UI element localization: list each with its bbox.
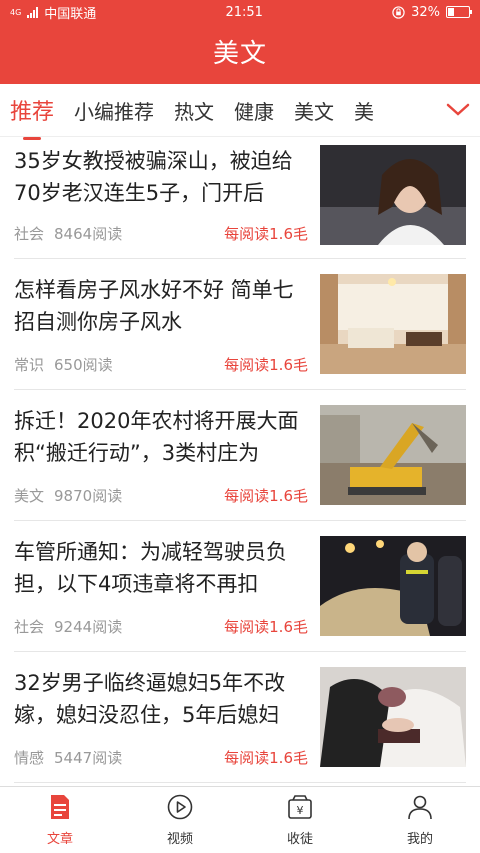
signal-icon: [27, 6, 39, 18]
nav-label: 收徒: [286, 831, 313, 847]
network-tag: 4G: [10, 7, 22, 17]
tab-4[interactable]: 美文: [284, 96, 344, 125]
article-text: 怎样看房子风水好不好 简单七招自测你房子风水常识 650阅读 每阅读1.6毛: [14, 274, 320, 389]
article-card[interactable]: 拆迁！2020年农村将开展大面积“搬迁行动”，3类村庄为美文 9870阅读 每阅读1…: [14, 390, 466, 521]
app-header: 4G 中国联通 21:51 32% 美文: [0, 0, 480, 84]
nav-item-3[interactable]: 我的: [360, 787, 480, 853]
article-reads: 650阅读: [54, 356, 113, 374]
nav-item-0[interactable]: 文章: [0, 787, 120, 853]
article-reward: 每阅读1.6毛: [224, 618, 308, 636]
user-icon: [407, 794, 433, 824]
article-meta: 常识 650阅读 每阅读1.6毛: [14, 354, 308, 375]
tab-3[interactable]: 健康: [224, 96, 284, 125]
lock-rotation-icon: [392, 5, 405, 19]
article-text: 32岁男子临终逼媳妇5年不改嫁，媳妇没忍住，5年后媳妇情感 5447阅读 每阅读1.…: [14, 667, 320, 782]
article-reward: 每阅读1.6毛: [224, 749, 308, 767]
article-title[interactable]: 车管所通知：为减轻驾驶员负担，以下4项违章将不再扣: [14, 536, 308, 600]
article-text: 拆迁！2020年农村将开展大面积“搬迁行动”，3类村庄为美文 9870阅读 每阅读1…: [14, 405, 320, 520]
status-bar: 4G 中国联通 21:51 32%: [0, 0, 480, 24]
article-reward: 每阅读1.6毛: [224, 487, 308, 505]
article-title[interactable]: 怎样看房子风水好不好 简单七招自测你房子风水: [14, 274, 308, 338]
article-thumbnail[interactable]: [320, 274, 466, 374]
article-text: 35岁女教授被骗深山，被迫给70岁老汉连生5子，门开后社会 8464阅读 每阅读1.…: [14, 145, 320, 258]
article-thumbnail[interactable]: [320, 145, 466, 245]
article-meta: 情感 5447阅读 每阅读1.6毛: [14, 747, 308, 768]
clock: 21:51: [225, 4, 263, 20]
article-meta: 社会 8464阅读 每阅读1.6毛: [14, 223, 308, 244]
article-reads: 8464阅读: [54, 225, 123, 243]
article-meta: 社会 9244阅读 每阅读1.6毛: [14, 616, 308, 637]
article-reads: 9870阅读: [54, 487, 123, 505]
article-title[interactable]: 35岁女教授被骗深山，被迫给70岁老汉连生5子，门开后: [14, 145, 308, 209]
bottom-nav: 文章 视频 ¥ 收徒 我的: [0, 786, 480, 853]
article-feed: 35岁女教授被骗深山，被迫给70岁老汉连生5子，门开后 社会 8464阅读 每阅读1.…: [0, 137, 480, 783]
tab-2[interactable]: 热文: [164, 96, 224, 125]
article-reward: 每阅读1.6毛: [224, 356, 308, 374]
article-title[interactable]: 32岁男子临终逼媳妇5年不改嫁，媳妇没忍住，5年后媳妇: [14, 667, 308, 731]
tab-5[interactable]: 美: [344, 96, 384, 125]
article-reads: 5447阅读: [54, 749, 123, 767]
nav-item-2[interactable]: ¥ 收徒: [240, 787, 360, 853]
tab-1[interactable]: 小编推荐: [64, 96, 164, 125]
nav-label: 文章: [46, 831, 73, 847]
article-text: 车管所通知：为减轻驾驶员负担，以下4项违章将不再扣社会 9244阅读 每阅读1.6毛: [14, 536, 320, 651]
wallet-icon: ¥: [287, 794, 313, 824]
nav-label: 视频: [166, 831, 193, 847]
page-title: 美文: [212, 39, 267, 69]
article-category: 情感: [14, 749, 45, 767]
article-thumbnail[interactable]: [320, 667, 466, 767]
article-title[interactable]: 拆迁！2020年农村将开展大面积“搬迁行动”，3类村庄为: [14, 405, 308, 469]
article-thumbnail[interactable]: [320, 405, 466, 505]
nav-item-1[interactable]: 视频: [120, 787, 240, 853]
article-reads: 9244阅读: [54, 618, 123, 636]
category-tabs: 推荐 小编推荐 热文 健康 美文美: [0, 84, 480, 137]
chevron-down-icon[interactable]: [436, 84, 480, 136]
article-card[interactable]: 32岁男子临终逼媳妇5年不改嫁，媳妇没忍住，5年后媳妇情感 5447阅读 每阅读1.…: [14, 652, 466, 783]
document-icon: [49, 794, 71, 824]
carrier-name: 中国联通: [44, 6, 97, 22]
article-card[interactable]: 车管所通知：为减轻驾驶员负担，以下4项违章将不再扣社会 9244阅读 每阅读1.6毛: [14, 521, 466, 652]
article-category: 美文: [14, 487, 45, 505]
article-card[interactable]: 35岁女教授被骗深山，被迫给70岁老汉连生5子，门开后社会 8464阅读 每阅读1.…: [14, 137, 466, 259]
article-reward: 每阅读1.6毛: [224, 225, 308, 243]
article-meta: 美文 9870阅读 每阅读1.6毛: [14, 485, 308, 506]
nav-label: 我的: [406, 831, 433, 847]
battery-icon: [446, 6, 472, 18]
article-category: 社会: [14, 225, 45, 243]
article-card[interactable]: 怎样看房子风水好不好 简单七招自测你房子风水常识 650阅读 每阅读1.6毛: [14, 259, 466, 390]
article-thumbnail[interactable]: [320, 536, 466, 636]
battery-percent: 32%: [411, 4, 440, 20]
article-category: 社会: [14, 618, 45, 636]
article-category: 常识: [14, 356, 45, 374]
play-icon: [167, 794, 193, 824]
svg-text:¥: ¥: [297, 804, 304, 817]
tab-0[interactable]: 推荐: [0, 94, 64, 126]
